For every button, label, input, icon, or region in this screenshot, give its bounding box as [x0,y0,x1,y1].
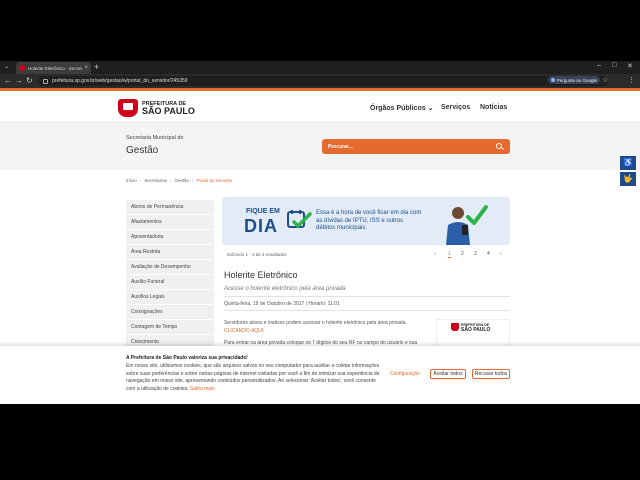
accessibility-widgets: ♿ 🤟 [620,156,636,188]
pagination-prev[interactable]: ‹ [434,251,436,257]
calendar-check-icon [287,210,312,228]
sidebar-item-contagem-de-tempo[interactable]: Contagem de Tempo [126,320,214,335]
back-button[interactable]: ← [4,76,12,86]
banner-text: Essa é a hora de você ficar em dia com a… [316,210,422,231]
reload-button[interactable]: ↻ [26,76,33,86]
screen: ⌄ Holerite Eletrônico - Secretaria × + –… [0,0,640,480]
department-title[interactable]: Gestão [126,145,158,156]
url-text: prefeitura.sp.gov.br/web/gestao/w/portal… [52,78,188,84]
cookie-body: Em nosso site, utilizamos cookies, que s… [126,363,380,392]
thumb-logo-line2: SÃO PAULO [461,327,491,333]
breadcrumb-separator: › [170,178,172,183]
holerite-thumbnail: PREFEITURA DE SÃO PAULO [436,319,510,349]
ask-google-label: Pergunte ao Google [556,77,597,83]
maximize-button[interactable]: □ [612,62,616,69]
logo-line2: SÃO PAULO [142,105,195,116]
sidebar-item-avaliacao-de-desempenho[interactable]: Avaliação de Desempenho [126,260,214,275]
pagination-page-4[interactable]: 4 [487,251,490,257]
sidebar: Abono de Permanência Afastamentos Aposen… [126,200,214,350]
browser-menu-icon[interactable]: ⋮ [628,76,635,86]
pagination-page-3[interactable]: 3 [474,251,477,257]
tab-search-icon[interactable]: ⌄ [4,63,9,70]
sidebar-item-consignacoes[interactable]: Consignações [126,305,214,320]
saiba-mais-link[interactable]: Saiba mais [190,386,215,392]
crest-icon [118,99,138,117]
site-header: PREFEITURA DE SÃO PAULO Órgãos Públicos … [0,91,640,122]
accessibility-icon[interactable]: ♿ [620,156,636,170]
sidebar-item-auxilios-legais[interactable]: Auxílios Legais [126,290,214,305]
topnav: Serviços [441,104,470,111]
sidebar-item-abono-de-permanencia[interactable]: Abono de Permanência [126,200,214,215]
close-window-button[interactable]: ✕ [627,62,633,70]
person-checkmark-icon [446,205,488,245]
pagination-page-1[interactable]: 1 [448,251,451,258]
pagination-info: Exibindo 1 - 1 de 4 resultados [227,252,287,257]
site-info-icon[interactable] [43,78,48,84]
cookie-text: Em nosso site, utilizamos cookies, que s… [126,363,382,393]
url-field[interactable]: prefeitura.sp.gov.br/web/gestao/w/portal… [38,76,608,86]
reject-all-button[interactable]: Recusar todos [472,369,510,379]
ask-google-button[interactable]: Pergunte ao Google [547,76,600,84]
breadcrumb-inicio[interactable]: Início [126,178,137,183]
tab-title: Holerite Eletrônico - Secretaria [28,65,82,71]
pagination: Exibindo 1 - 1 de 4 resultados ‹ 1 2 3 4… [227,250,507,260]
divider [224,310,510,311]
department-label: Secretaria Municipal de [126,135,184,141]
breadcrumb-separator: › [192,178,194,183]
cookie-configuracao-link[interactable]: Configuração [390,371,420,377]
minimize-button[interactable]: – [597,62,601,69]
banner-fique-em: FIQUE EM [246,208,280,215]
search-icon[interactable] [495,142,504,151]
article-title: Holerite Eletrônico [224,270,298,280]
favicon-icon [19,65,25,71]
topnav: Órgãos Públicos ⌄ [370,104,433,112]
nav-noticias[interactable]: Notícias [480,104,507,111]
sidebar-item-afastamentos[interactable]: Afastamentos [126,215,214,230]
tab-bar: ⌄ Holerite Eletrônico - Secretaria × + –… [0,61,640,74]
cookie-title: A Prefeitura de São Paulo valoriza sua p… [126,355,248,361]
crest-icon [451,323,459,331]
forward-button[interactable]: → [15,76,23,86]
department-band [0,122,640,170]
article-paragraph-1: Servidores ativos e inativos podem acess… [224,320,414,335]
breadcrumb-portal-do-servidor[interactable]: Portal do Servidor [197,178,233,183]
cookie-consent-banner: A Prefeitura de São Paulo valoriza sua p… [0,346,640,404]
pagination-next[interactable]: › [500,251,502,257]
article-date: Quinta-feira, 19 de Outubro de 2017 | Ho… [224,301,340,307]
google-lens-icon [550,78,555,82]
nav-orgaos-publicos[interactable]: Órgãos Públicos ⌄ [370,104,433,112]
article-subtitle: Acesse o holerite eletrônico pela área p… [224,286,346,292]
search-input[interactable]: Procurar... [328,144,495,150]
browser-window: ⌄ Holerite Eletrônico - Secretaria × + –… [0,61,640,404]
new-tab-button[interactable]: + [94,62,99,73]
topnav: Notícias [480,104,507,111]
breadcrumb-secretarias[interactable]: Secretarias [144,178,167,183]
banner-dia: DIA [244,216,278,236]
article-paragraph-1-text: Servidores ativos e inativos podem acess… [224,320,407,326]
address-bar-row: ← → ↻ prefeitura.sp.gov.br/web/gestao/w/… [0,74,640,88]
sidebar-item-auxilio-funeral[interactable]: Auxílio Funeral [126,275,214,290]
breadcrumb-gestao[interactable]: Gestão [175,178,190,183]
sidebar-item-area-restrita[interactable]: Área Restrita [126,245,214,260]
fique-em-dia-banner[interactable]: FIQUE EM DIA Essa é a hora de você ficar… [222,197,510,245]
prefeitura-logo[interactable]: PREFEITURA DE SÃO PAULO [118,99,195,117]
divider [224,296,510,297]
browser-tab[interactable]: Holerite Eletrônico - Secretaria × [16,62,91,74]
pagination-page-2[interactable]: 2 [461,251,464,257]
clicando-aqui-link[interactable]: CLICANDO AQUI. [224,328,265,334]
sign-language-icon[interactable]: 🤟 [620,172,636,186]
breadcrumb-separator: › [139,178,142,183]
bookmark-star-icon[interactable]: ☆ [602,76,608,86]
accept-all-button[interactable]: Aceitar todos [430,369,466,379]
tab-close-icon[interactable]: × [84,65,88,71]
sidebar-item-aposentadoria[interactable]: Aposentadoria [126,230,214,245]
nav-servicos[interactable]: Serviços [441,104,470,111]
search-bar[interactable]: Procurar... [322,139,510,154]
breadcrumb: Início › Secretarias › Gestão › Portal do S… [126,178,236,183]
